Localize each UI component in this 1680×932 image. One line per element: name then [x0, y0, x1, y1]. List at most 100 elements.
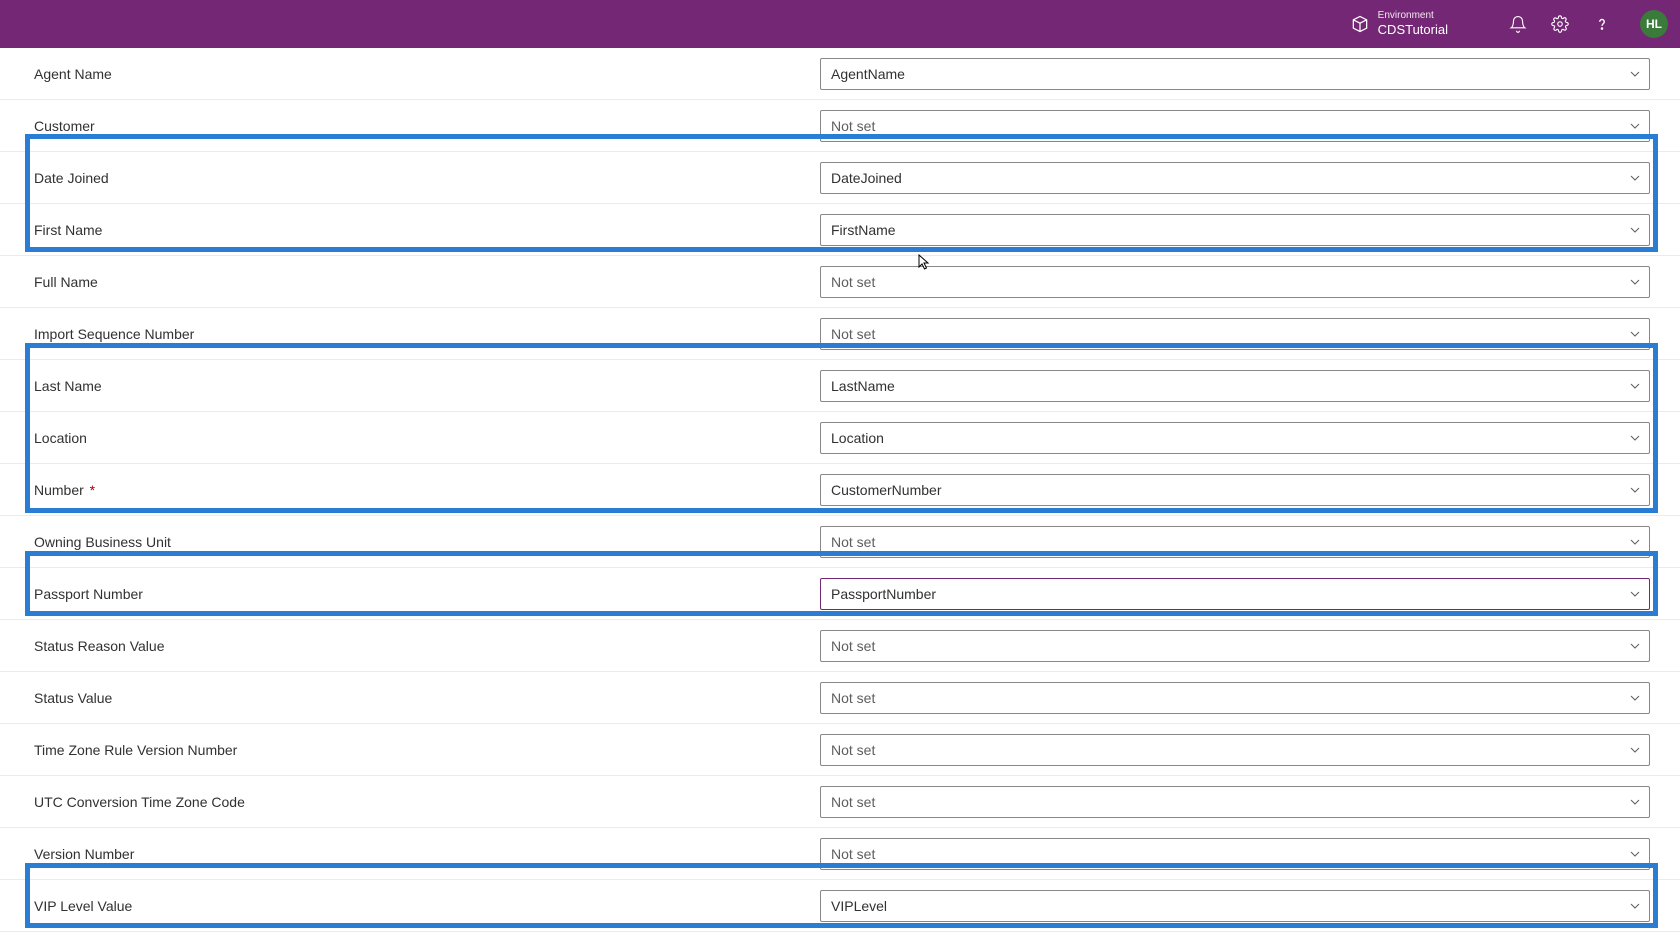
field-row: First NameFirstName — [0, 204, 1680, 256]
field-control: LastName — [820, 370, 1670, 402]
chevron-down-icon — [1629, 744, 1641, 756]
field-control: AgentName — [820, 58, 1670, 90]
field-row: CustomerNot set — [0, 100, 1680, 152]
field-label: Full Name — [10, 274, 820, 290]
mapping-select[interactable]: Not set — [820, 734, 1650, 766]
field-label: Number * — [10, 482, 820, 498]
mapping-select[interactable]: Not set — [820, 682, 1650, 714]
mapping-select[interactable]: Location — [820, 422, 1650, 454]
field-control: Not set — [820, 266, 1670, 298]
select-value: PassportNumber — [831, 586, 936, 602]
field-control: Not set — [820, 318, 1670, 350]
environment-name: CDSTutorial — [1378, 22, 1448, 38]
field-row: Owning Business Unit Not set — [0, 516, 1680, 568]
environment-icon — [1350, 14, 1370, 34]
field-label: Status Reason Value — [10, 638, 820, 654]
field-label: Time Zone Rule Version Number — [10, 742, 820, 758]
field-row: Import Sequence Number Not set — [0, 308, 1680, 360]
field-control: Not set — [820, 630, 1670, 662]
chevron-down-icon — [1629, 276, 1641, 288]
field-control: Not set — [820, 110, 1670, 142]
field-control: FirstName — [820, 214, 1670, 246]
chevron-down-icon — [1629, 796, 1641, 808]
field-label: First Name — [10, 222, 820, 238]
field-row: Version NumberNot set — [0, 828, 1680, 880]
field-control: DateJoined — [820, 162, 1670, 194]
field-label: Date Joined — [10, 170, 820, 186]
environment-label: Environment — [1378, 10, 1448, 22]
mapping-select[interactable]: LastName — [820, 370, 1650, 402]
select-value: Not set — [831, 794, 875, 810]
field-label: Agent Name — [10, 66, 820, 82]
field-label: Owning Business Unit — [10, 534, 820, 550]
required-indicator: * — [86, 482, 95, 498]
chevron-down-icon — [1629, 640, 1641, 652]
select-value: Not set — [831, 638, 875, 654]
select-value: Location — [831, 430, 884, 446]
app-header: Environment CDSTutorial HL — [0, 0, 1680, 48]
field-row: LocationLocation — [0, 412, 1680, 464]
chevron-down-icon — [1629, 68, 1641, 80]
help-icon[interactable] — [1592, 14, 1612, 34]
field-control: VIPLevel — [820, 890, 1670, 922]
chevron-down-icon — [1629, 172, 1641, 184]
chevron-down-icon — [1629, 120, 1641, 132]
select-value: LastName — [831, 378, 895, 394]
field-control: Not set — [820, 786, 1670, 818]
field-label: Import Sequence Number — [10, 326, 820, 342]
field-row: Status Reason Value Not set — [0, 620, 1680, 672]
field-row: Number * CustomerNumber — [0, 464, 1680, 516]
mapping-select[interactable]: Not set — [820, 266, 1650, 298]
mapping-select[interactable]: FirstName — [820, 214, 1650, 246]
mapping-select[interactable]: DateJoined — [820, 162, 1650, 194]
field-control: PassportNumber — [820, 578, 1670, 610]
chevron-down-icon — [1629, 432, 1641, 444]
settings-icon[interactable] — [1550, 14, 1570, 34]
chevron-down-icon — [1629, 900, 1641, 912]
field-label: Passport Number — [10, 586, 820, 602]
field-row: UTC Conversion Time Zone Code Not set — [0, 776, 1680, 828]
select-value: AgentName — [831, 66, 905, 82]
select-value: Not set — [831, 274, 875, 290]
field-control: Not set — [820, 838, 1670, 870]
select-value: Not set — [831, 846, 875, 862]
select-value: Not set — [831, 326, 875, 342]
user-avatar[interactable]: HL — [1640, 10, 1668, 38]
field-control: Not set — [820, 734, 1670, 766]
mapping-select[interactable]: Not set — [820, 838, 1650, 870]
mapping-select[interactable]: Not set — [820, 786, 1650, 818]
chevron-down-icon — [1629, 536, 1641, 548]
mapping-select[interactable]: PassportNumber — [820, 578, 1650, 610]
chevron-down-icon — [1629, 224, 1641, 236]
field-control: Not set — [820, 682, 1670, 714]
environment-block[interactable]: Environment CDSTutorial — [1350, 10, 1448, 38]
field-row: Agent Name AgentName — [0, 48, 1680, 100]
field-control: CustomerNumber — [820, 474, 1670, 506]
field-label: Customer — [10, 118, 820, 134]
field-row: Time Zone Rule Version Number Not set — [0, 724, 1680, 776]
chevron-down-icon — [1629, 692, 1641, 704]
select-value: Not set — [831, 742, 875, 758]
mapping-select[interactable]: VIPLevel — [820, 890, 1650, 922]
field-mapping-content: Agent NameAgentNameCustomerNot setDate J… — [0, 48, 1680, 932]
notifications-icon[interactable] — [1508, 14, 1528, 34]
mapping-select[interactable]: Not set — [820, 318, 1650, 350]
mapping-select[interactable]: Not set — [820, 630, 1650, 662]
field-label: Last Name — [10, 378, 820, 394]
chevron-down-icon — [1629, 328, 1641, 340]
field-label: UTC Conversion Time Zone Code — [10, 794, 820, 810]
field-control: Not set — [820, 526, 1670, 558]
field-label: VIP Level Value — [10, 898, 820, 914]
select-value: Not set — [831, 534, 875, 550]
mapping-select[interactable]: Not set — [820, 526, 1650, 558]
mapping-select[interactable]: AgentName — [820, 58, 1650, 90]
chevron-down-icon — [1629, 484, 1641, 496]
select-value: CustomerNumber — [831, 482, 941, 498]
field-row: VIP Level ValueVIPLevel — [0, 880, 1680, 932]
chevron-down-icon — [1629, 848, 1641, 860]
select-value: Not set — [831, 690, 875, 706]
mapping-select[interactable]: Not set — [820, 110, 1650, 142]
field-row: Full Name Not set — [0, 256, 1680, 308]
field-row: Date JoinedDateJoined — [0, 152, 1680, 204]
mapping-select[interactable]: CustomerNumber — [820, 474, 1650, 506]
